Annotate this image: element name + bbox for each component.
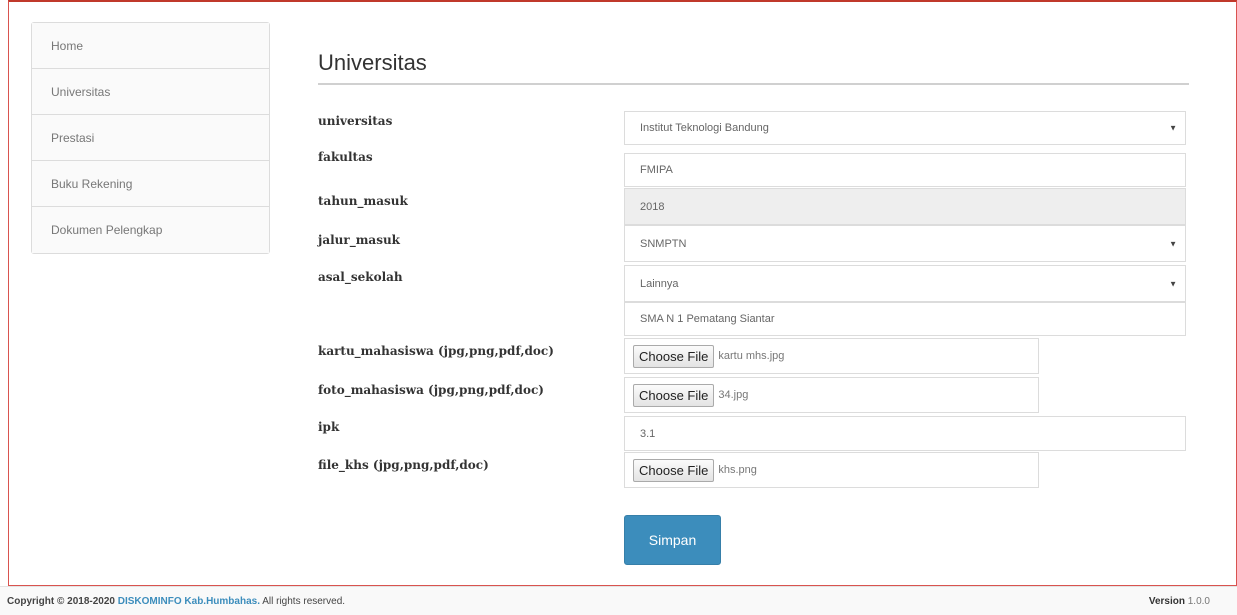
asal-sekolah-other-value: SMA N 1 Pematang Siantar — [640, 313, 775, 325]
page-title: Universitas — [318, 50, 427, 75]
label-asal-sekolah: asal_sekolah — [318, 270, 403, 284]
kartu-mahasiswa-file-input[interactable]: Choose File kartu mhs.jpg — [624, 338, 1039, 374]
sidebar-item-buku-rekening[interactable]: Buku Rekening — [32, 161, 269, 207]
tahun-masuk-value: 2018 — [640, 200, 665, 213]
footer-version: Version 1.0.0 — [1149, 596, 1210, 607]
version-number: 1.0.0 — [1187, 596, 1210, 607]
file-name: 34.jpg — [718, 389, 749, 401]
footer-copyright: Copyright © 2018-2020 DISKOMINFO Kab.Hum… — [7, 596, 345, 607]
label-kartu-mahasiswa: kartu_mahasiswa (jpg,png,pdf,doc) — [318, 344, 554, 358]
sidebar-nav: Home Universitas Prestasi Buku Rekening … — [31, 22, 270, 254]
ipk-value: 3.1 — [640, 427, 656, 440]
chevron-down-icon: ▼ — [1169, 239, 1177, 248]
label-foto-mahasiswa: foto_mahasiswa (jpg,png,pdf,doc) — [318, 383, 544, 397]
universitas-value: Institut Teknologi Bandung — [640, 122, 769, 134]
chevron-down-icon: ▼ — [1169, 123, 1177, 133]
choose-file-button[interactable]: Choose File — [633, 458, 715, 482]
asal-sekolah-value: Lainnya — [640, 277, 679, 290]
label-ipk: ipk — [318, 420, 340, 434]
label-tahun-masuk: tahun_masuk — [318, 194, 408, 208]
sidebar-item-prestasi[interactable]: Prestasi — [32, 115, 269, 161]
ipk-input[interactable]: 3.1 — [624, 416, 1186, 451]
label-universitas: universitas — [318, 114, 393, 128]
rights-text: All rights reserved. — [262, 596, 346, 607]
sidebar-item-home[interactable]: Home — [32, 23, 269, 69]
label-jalur-masuk: jalur_masuk — [318, 233, 400, 247]
file-name: kartu mhs.jpg — [718, 350, 785, 362]
file-name: khs.png — [718, 464, 757, 476]
tahun-masuk-input[interactable]: 2018 — [624, 188, 1186, 225]
universitas-select[interactable]: Institut Teknologi Bandung ▼ — [624, 111, 1186, 145]
sidebar-item-dokumen-pelengkap[interactable]: Dokumen Pelengkap — [32, 207, 269, 253]
choose-file-button[interactable]: Choose File — [633, 383, 715, 407]
sidebar-item-universitas[interactable]: Universitas — [32, 69, 269, 115]
fakultas-value: FMIPA — [640, 164, 673, 176]
copyright-text: Copyright © 2018-2020 — [7, 596, 115, 607]
file-khs-file-input[interactable]: Choose File khs.png — [624, 452, 1039, 488]
org-link[interactable]: DISKOMINFO Kab.Humbahas. — [118, 596, 260, 607]
label-file-khs: file_khs (jpg,png,pdf,doc) — [318, 458, 489, 472]
jalur-masuk-value: SNMPTN — [640, 237, 687, 250]
foto-mahasiswa-file-input[interactable]: Choose File 34.jpg — [624, 377, 1039, 413]
asal-sekolah-select[interactable]: Lainnya ▼ — [624, 265, 1186, 302]
title-divider — [318, 83, 1189, 85]
version-label: Version — [1148, 596, 1185, 607]
save-button[interactable]: Simpan — [624, 515, 721, 565]
footer: Copyright © 2018-2020 DISKOMINFO Kab.Hum… — [0, 586, 1237, 615]
jalur-masuk-select[interactable]: SNMPTN ▼ — [624, 225, 1186, 262]
choose-file-button[interactable]: Choose File — [633, 344, 715, 368]
asal-sekolah-other-input[interactable]: SMA N 1 Pematang Siantar — [624, 302, 1186, 336]
label-fakultas: fakultas — [318, 150, 373, 164]
fakultas-input[interactable]: FMIPA — [624, 153, 1186, 187]
chevron-down-icon: ▼ — [1169, 279, 1177, 288]
